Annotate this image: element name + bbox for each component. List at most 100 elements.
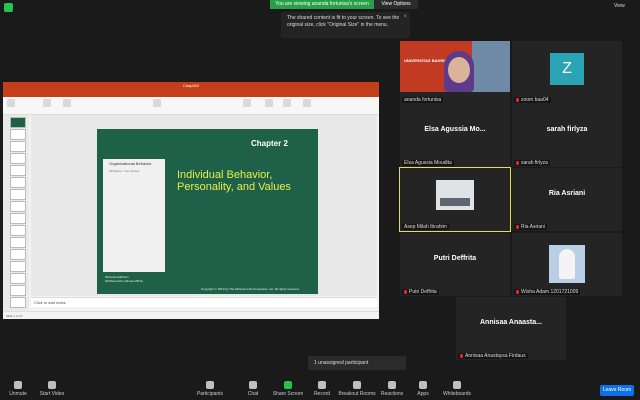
- unmute-label: Unmute: [9, 391, 27, 397]
- participant-display-name: Ria Asriani: [548, 190, 586, 197]
- new-slide-icon[interactable]: [43, 99, 51, 107]
- participant-photo: [549, 245, 585, 283]
- building-image: [472, 41, 510, 92]
- mic-muted-icon: [516, 160, 519, 165]
- slide-thumbnail[interactable]: [10, 225, 26, 236]
- video-tile[interactable]: UNIVERSITAS BAKRIE ananda fortunisa: [400, 41, 510, 104]
- slide-thumbnail[interactable]: [10, 165, 26, 176]
- video-tile[interactable]: Z zoom baa04: [512, 41, 622, 104]
- close-icon[interactable]: ×: [403, 14, 407, 21]
- slide-thumbnail[interactable]: [10, 249, 26, 260]
- ppt-ribbon: [3, 97, 379, 115]
- video-tile[interactable]: Annisaa Anaasta... Annisaa Anastaysa Fir…: [456, 297, 566, 360]
- video-tile[interactable]: Elsa Agussia Mo... Elsa Agussia Moudita: [400, 104, 510, 167]
- participant-name: Putri Deffrita: [409, 289, 437, 295]
- start-video-label: Start Video: [39, 391, 65, 397]
- ppt-status-bar: Slide 1 of 17: [3, 311, 379, 319]
- participant-name-label: Wisha Adam 1201721009: [514, 289, 581, 295]
- current-slide[interactable]: Chapter 2 Organizational Behavior McShan…: [97, 129, 318, 294]
- chat-button[interactable]: Chat: [233, 379, 273, 397]
- mic-muted-icon: [516, 97, 519, 102]
- paste-icon[interactable]: [7, 99, 15, 107]
- security-shield-icon[interactable]: [4, 3, 13, 12]
- slide-thumbnail[interactable]: [10, 129, 26, 140]
- participant-display-name: sarah firlyza: [546, 126, 588, 133]
- slide-thumbnail[interactable]: [10, 213, 26, 224]
- video-tile-active-speaker[interactable]: Asep Milah Ibrahim: [399, 167, 511, 232]
- slide-thumbnails: [3, 115, 29, 311]
- slide-thumbnail[interactable]: [10, 297, 26, 308]
- record-button[interactable]: Record: [302, 379, 342, 397]
- slide-thumbnail[interactable]: [10, 237, 26, 248]
- meeting-toolbar: Unmute Start Video Participants Chat Sha…: [0, 378, 640, 400]
- slide-thumbnail[interactable]: [10, 141, 26, 152]
- participant-name: Ria Asriani: [521, 224, 545, 230]
- participant-video: UNIVERSITAS BAKRIE: [400, 41, 510, 92]
- tooltip-text: The shared content is fit to your screen…: [287, 15, 400, 28]
- apps-icon: [419, 381, 427, 389]
- avatar: Z: [550, 53, 584, 85]
- video-tile[interactable]: Putri Deffrita Putri Deffrita: [400, 233, 510, 296]
- participant-name-label: Putri Deffrita: [402, 289, 439, 295]
- view-button[interactable]: View: [614, 3, 625, 9]
- breakout-rooms-button[interactable]: Breakout Rooms: [337, 379, 377, 397]
- viewing-banner: You are viewing ananda fortunisa's scree…: [270, 0, 374, 9]
- slide-thumbnail[interactable]: [10, 189, 26, 200]
- start-video-button[interactable]: Start Video: [32, 379, 72, 397]
- participants-button[interactable]: Participants: [190, 379, 230, 397]
- participant-face: [448, 57, 470, 83]
- slide-thumbnail[interactable]: [10, 285, 26, 296]
- video-tile[interactable]: sarah firlyza sarah firlyza: [512, 104, 622, 167]
- notes-pane[interactable]: Click to add notes: [31, 297, 377, 307]
- slide-thumbnail[interactable]: [10, 117, 26, 128]
- microphone-muted-icon: [14, 381, 22, 389]
- participant-name-label: Asep Milah Ibrahim: [402, 224, 449, 230]
- font-icon[interactable]: [63, 99, 71, 107]
- participant-name-label: Annisaa Anastaysa Firdaus: [458, 353, 528, 359]
- book-cover-image: [103, 159, 165, 272]
- quick-styles-icon[interactable]: [303, 99, 311, 107]
- participant-name-label: Ria Asriani: [514, 224, 547, 230]
- shapes-icon[interactable]: [265, 99, 273, 107]
- shared-screen[interactable]: Chap002 Home Insert Design Transitions A…: [3, 82, 379, 319]
- mic-muted-icon: [460, 353, 463, 358]
- whiteboards-label: Whiteboards: [442, 391, 472, 397]
- participant-display-name: Elsa Agussia Mo...: [424, 126, 486, 133]
- book-subtitle: McShane / Von Glinow: [109, 169, 140, 173]
- slide-thumbnail[interactable]: [10, 273, 26, 284]
- participant-name-label: Elsa Agussia Moudita: [402, 160, 454, 166]
- participant-name: Annisaa Anastaysa Firdaus: [465, 353, 526, 359]
- mic-muted-icon: [516, 289, 519, 294]
- participant-video: [436, 180, 474, 210]
- ppt-ribbon-tabs: Home Insert Design Transitions Animation…: [3, 90, 379, 104]
- video-tile[interactable]: Wisha Adam 1201721009: [512, 233, 622, 296]
- record-icon: [318, 381, 326, 389]
- apps-label: Apps: [417, 391, 429, 397]
- ppt-window-title: Chap002: [3, 82, 379, 90]
- publisher-line: McShane/Von Glinow OB 5e: [105, 279, 144, 283]
- participant-name-label: ananda fortunisa: [402, 97, 444, 103]
- picture-icon[interactable]: [243, 99, 251, 107]
- whiteboards-button[interactable]: Whiteboards: [437, 379, 477, 397]
- slide-thumbnail[interactable]: [10, 177, 26, 188]
- copyright-text: Copyright © 2010 by The McGraw-Hill Comp…: [201, 287, 300, 291]
- fit-screen-tooltip: The shared content is fit to your screen…: [281, 12, 410, 38]
- share-screen-icon: [284, 381, 292, 389]
- record-label: Record: [313, 391, 331, 397]
- arrange-icon[interactable]: [283, 99, 291, 107]
- video-tile[interactable]: Ria Asriani Ria Asriani: [512, 168, 622, 231]
- participant-name: sarah firlyza: [521, 160, 548, 166]
- slide-title: Individual Behavior, Personality, and Va…: [177, 169, 291, 193]
- slide-thumbnail[interactable]: [10, 153, 26, 164]
- participant-display-name: Putri Deffrita: [433, 255, 477, 262]
- leave-room-button[interactable]: Leave Room: [600, 385, 634, 396]
- view-options-button[interactable]: View Options: [374, 0, 418, 9]
- slide-thumbnail[interactable]: [10, 261, 26, 272]
- paragraph-icon[interactable]: [153, 99, 161, 107]
- participant-name: Wisha Adam 1201721009: [521, 289, 579, 295]
- slide-thumbnail[interactable]: [10, 201, 26, 212]
- participant-display-name: Annisaa Anaasta...: [480, 319, 542, 326]
- mic-muted-icon: [516, 224, 519, 229]
- unassigned-participant-notice[interactable]: 1 unassigned participant: [308, 356, 406, 370]
- reactions-icon: [388, 381, 396, 389]
